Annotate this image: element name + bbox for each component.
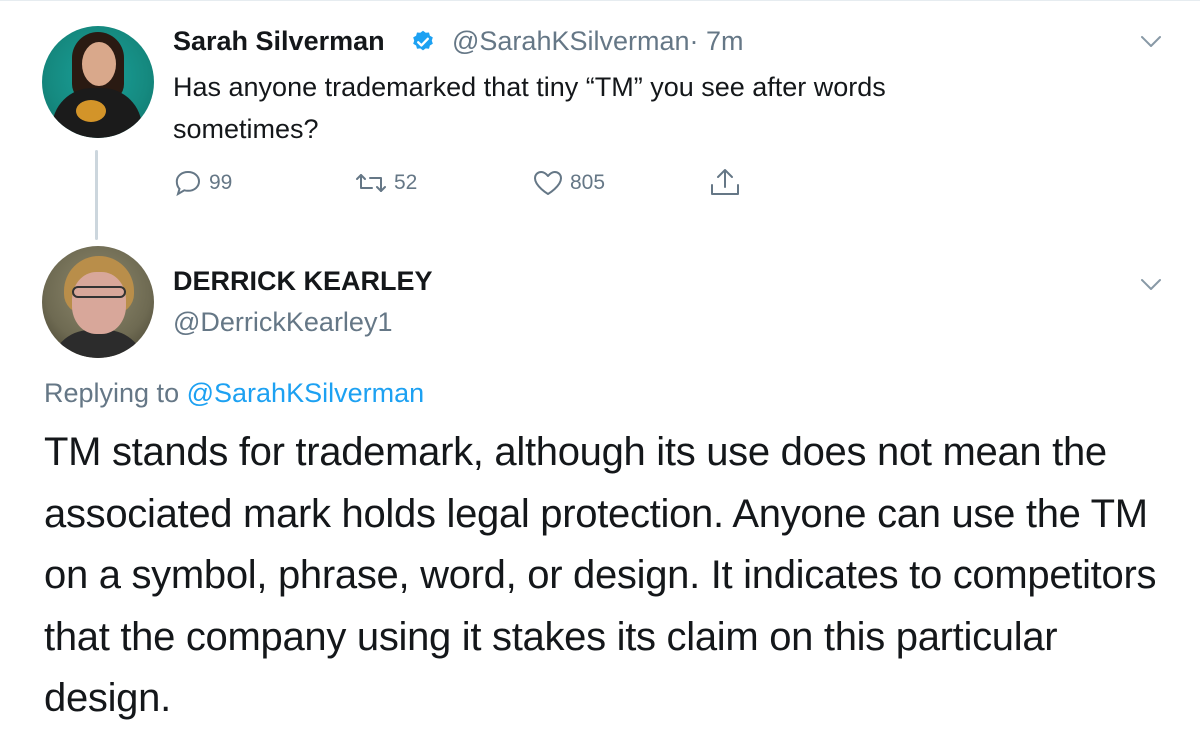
handle-text[interactable]: @SarahKSilverman bbox=[452, 26, 690, 56]
share-button[interactable] bbox=[708, 168, 742, 198]
like-button[interactable]: 805 bbox=[532, 168, 605, 198]
retweet-icon bbox=[356, 174, 386, 192]
verified-badge-icon bbox=[413, 30, 433, 51]
tweet-text: Has anyone trademarked that tiny “TM” yo… bbox=[173, 72, 886, 144]
tweet-thread: Sarah Silverman @SarahKSilverman· 7m Has… bbox=[0, 0, 1200, 752]
retweet-count: 52 bbox=[394, 171, 418, 194]
share-icon bbox=[711, 169, 739, 195]
replying-to-line: Replying to @SarahKSilverman bbox=[44, 378, 424, 409]
divider bbox=[0, 0, 1200, 1]
author-handle[interactable]: @SarahKSilverman· 7m bbox=[452, 26, 744, 57]
chevron-down-icon[interactable] bbox=[1140, 278, 1162, 292]
chevron-down-icon[interactable] bbox=[1140, 35, 1162, 49]
reply-button[interactable]: 99 bbox=[173, 168, 232, 198]
retweet-button[interactable]: 52 bbox=[354, 168, 417, 198]
tweet-time[interactable]: · 7m bbox=[690, 26, 744, 56]
reply-author-name[interactable]: DERRICK KEARLEY bbox=[173, 266, 433, 297]
replying-to-mention[interactable]: @SarahKSilverman bbox=[187, 378, 425, 408]
reply-tweet-text: TM stands for trademark, although its us… bbox=[44, 430, 1157, 720]
author-name[interactable]: Sarah Silverman bbox=[173, 26, 385, 57]
thread-connector-line bbox=[95, 150, 98, 240]
reply-count: 99 bbox=[209, 171, 233, 194]
replying-to-label: Replying to bbox=[44, 378, 180, 408]
heart-icon bbox=[534, 171, 562, 195]
like-count: 805 bbox=[570, 171, 606, 194]
reply-icon bbox=[175, 170, 201, 197]
avatar-sarah-silverman[interactable] bbox=[42, 26, 154, 138]
reply-author-handle[interactable]: @DerrickKearley1 bbox=[173, 307, 392, 338]
avatar-derrick-kearley[interactable] bbox=[42, 246, 154, 358]
